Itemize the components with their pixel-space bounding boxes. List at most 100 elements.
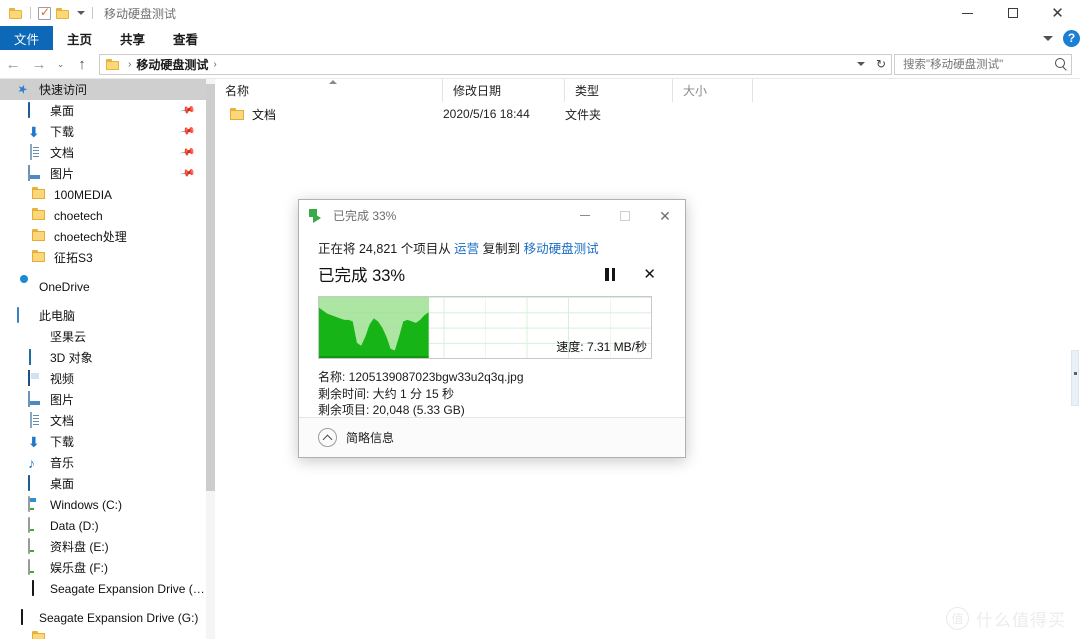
table-row[interactable]: 文档 2020/5/16 18:44 文件夹	[215, 102, 1080, 126]
folder-icon[interactable]	[9, 7, 23, 19]
tab-home[interactable]: 主页	[53, 26, 106, 50]
column-header-type-label: 类型	[575, 84, 600, 98]
sidebar-item-3d-objects[interactable]: 3D 对象	[0, 347, 206, 368]
up-button[interactable]: ↑	[69, 50, 95, 78]
toolbar-divider-2	[92, 7, 93, 19]
progress-header-row: 已完成 33% ✕	[318, 262, 666, 286]
sidebar-item-videos[interactable]: 视频	[0, 368, 206, 389]
tab-view[interactable]: 查看	[159, 26, 212, 50]
sidebar-item-yule-f[interactable]: 娱乐盘 (F:)	[0, 557, 206, 578]
forward-button[interactable]: →	[26, 50, 52, 78]
help-icon[interactable]	[1063, 29, 1080, 47]
new-folder-icon[interactable]	[56, 7, 70, 19]
up-arrow-icon: ↑	[78, 55, 86, 73]
search-input[interactable]: 搜索"移动硬盘测试"	[894, 53, 1072, 75]
sidebar-item-seagate-g-root[interactable]: Seagate Expansion Drive (G:)	[0, 607, 206, 628]
file-explorer-window: 移动硬盘测试 ✕ 文件 主页 共享 查看 ← → ⌄ ↑ › 移动硬盘测试 › …	[0, 0, 1080, 639]
sidebar-item-this-pc[interactable]: 此电脑	[0, 305, 206, 326]
search-icon[interactable]	[1055, 57, 1065, 68]
sidebar-item-label: 快速访问	[39, 83, 88, 97]
sidebar-item-label: 图片	[50, 393, 75, 407]
sidebar-item-nutstore[interactable]: 坚果云	[0, 326, 206, 347]
sidebar-group-gap-2	[0, 297, 206, 305]
recent-locations-button[interactable]: ⌄	[52, 50, 69, 78]
sidebar-item-seagate-g-pc[interactable]: Seagate Expansion Drive (G:)	[0, 578, 206, 599]
dialog-footer-label: 简略信息	[346, 431, 395, 445]
customize-toolbar-caret-icon[interactable]	[77, 11, 85, 15]
maximize-button[interactable]	[990, 0, 1035, 26]
sidebar-item-label: 桌面	[50, 104, 75, 118]
sidebar-item-pictures-pc[interactable]: 图片	[0, 389, 206, 410]
breadcrumb-separator-1[interactable]: ›	[128, 59, 131, 70]
breadcrumb-history-caret-icon[interactable]	[857, 62, 865, 66]
dialog-footer[interactable]: 简略信息	[299, 417, 685, 457]
collapse-icon[interactable]	[318, 428, 337, 447]
dialog-minimize-button[interactable]	[565, 200, 605, 231]
sidebar-scrollbar-thumb[interactable]	[206, 84, 215, 491]
sidebar-item-choetech[interactable]: choetech	[0, 205, 206, 226]
file-name-label: 文档	[252, 107, 277, 122]
sidebar-item-desktop[interactable]: 桌面 📌	[0, 100, 206, 121]
sidebar-item-100media[interactable]: 100MEDIA	[0, 184, 206, 205]
drive-icon	[28, 558, 44, 576]
operation-copy-word: 复制到	[479, 242, 524, 256]
pause-button[interactable]	[603, 267, 617, 281]
sidebar-item-music[interactable]: ♪ 音乐	[0, 452, 206, 473]
chevron-down-icon[interactable]	[1043, 35, 1053, 41]
dialog-maximize-button[interactable]	[605, 200, 645, 231]
column-header-name-label: 名称	[225, 84, 250, 98]
sidebar-item-zhengtuo-s3[interactable]: 征拓S3	[0, 247, 206, 268]
sidebar-item-label: 娱乐盘 (F:)	[50, 561, 108, 575]
breadcrumb-separator-2[interactable]: ›	[213, 59, 216, 70]
sidebar-item-label: 下载	[50, 435, 75, 449]
dialog-title: 已完成 33%	[333, 209, 397, 223]
music-icon: ♪	[28, 454, 35, 471]
close-button[interactable]: ✕	[1035, 0, 1080, 26]
sidebar-item-onedrive[interactable]: OneDrive	[0, 276, 206, 297]
column-header-name[interactable]: 名称	[215, 79, 443, 102]
pin-icon: 📌	[178, 102, 196, 119]
forward-icon: →	[31, 55, 47, 73]
destination-link[interactable]: 移动硬盘测试	[524, 242, 599, 256]
folder-icon	[32, 229, 48, 245]
back-button[interactable]: ←	[0, 50, 26, 78]
sidebar-item-desktop-pc[interactable]: 桌面	[0, 473, 206, 494]
pictures-icon	[28, 390, 44, 408]
detail-name: 名称: 1205139087023bgw33u2q3q.jpg	[318, 370, 524, 384]
properties-icon[interactable]	[38, 5, 51, 20]
file-date-cell: 2020/5/16 18:44	[443, 107, 530, 121]
quick-access-toolbar	[0, 5, 95, 20]
column-header-date[interactable]: 修改日期	[443, 79, 565, 102]
source-link[interactable]: 运营	[454, 242, 479, 256]
sidebar-item-downloads-pc[interactable]: ⬇ 下载	[0, 431, 206, 452]
sidebar-item-downloads[interactable]: ⬇ 下载 📌	[0, 121, 206, 142]
tab-share[interactable]: 共享	[106, 26, 159, 50]
breadcrumb-item-0[interactable]: 移动硬盘测试	[136, 56, 208, 73]
dialog-close-button[interactable]: ✕	[645, 200, 685, 231]
sidebar-item-documents[interactable]: 文档 📌	[0, 142, 206, 163]
sidebar-item-windows-c[interactable]: Windows (C:)	[0, 494, 206, 515]
breadcrumb[interactable]: › 移动硬盘测试 › ↻	[99, 53, 892, 75]
star-icon: ★	[15, 80, 30, 98]
sidebar-item-partial[interactable]	[0, 628, 206, 639]
content-scrollbar-thumb[interactable]	[1071, 350, 1079, 406]
minimize-button[interactable]	[945, 0, 990, 26]
sidebar-item-label: 下载	[50, 125, 75, 139]
sidebar-item-pictures[interactable]: 图片 📌	[0, 163, 206, 184]
tab-file[interactable]: 文件	[0, 26, 54, 50]
column-headers: 名称 修改日期 类型 大小	[215, 79, 1080, 103]
sidebar-item-documents-pc[interactable]: 文档	[0, 410, 206, 431]
column-header-size[interactable]: 大小	[673, 79, 753, 102]
sidebar-item-label: 100MEDIA	[54, 187, 113, 202]
sidebar-item-quick-access[interactable]: ★ 快速访问	[0, 79, 206, 100]
navigation-pane: ★ 快速访问 桌面 📌 ⬇ 下载 📌 文档 📌 图片 📌 100MEDIA ch…	[0, 79, 206, 639]
cancel-button[interactable]: ✕	[643, 267, 656, 282]
sidebar-item-choetech-processed[interactable]: choetech处理	[0, 226, 206, 247]
dialog-window-controls: ✕	[565, 200, 685, 231]
content-scrollbar-grip	[1074, 372, 1077, 375]
sidebar-item-data-d[interactable]: Data (D:)	[0, 515, 206, 536]
column-header-type[interactable]: 类型	[565, 79, 673, 102]
copy-icon	[309, 209, 325, 223]
refresh-icon[interactable]: ↻	[876, 58, 886, 70]
sidebar-item-ziliao-e[interactable]: 资料盘 (E:)	[0, 536, 206, 557]
